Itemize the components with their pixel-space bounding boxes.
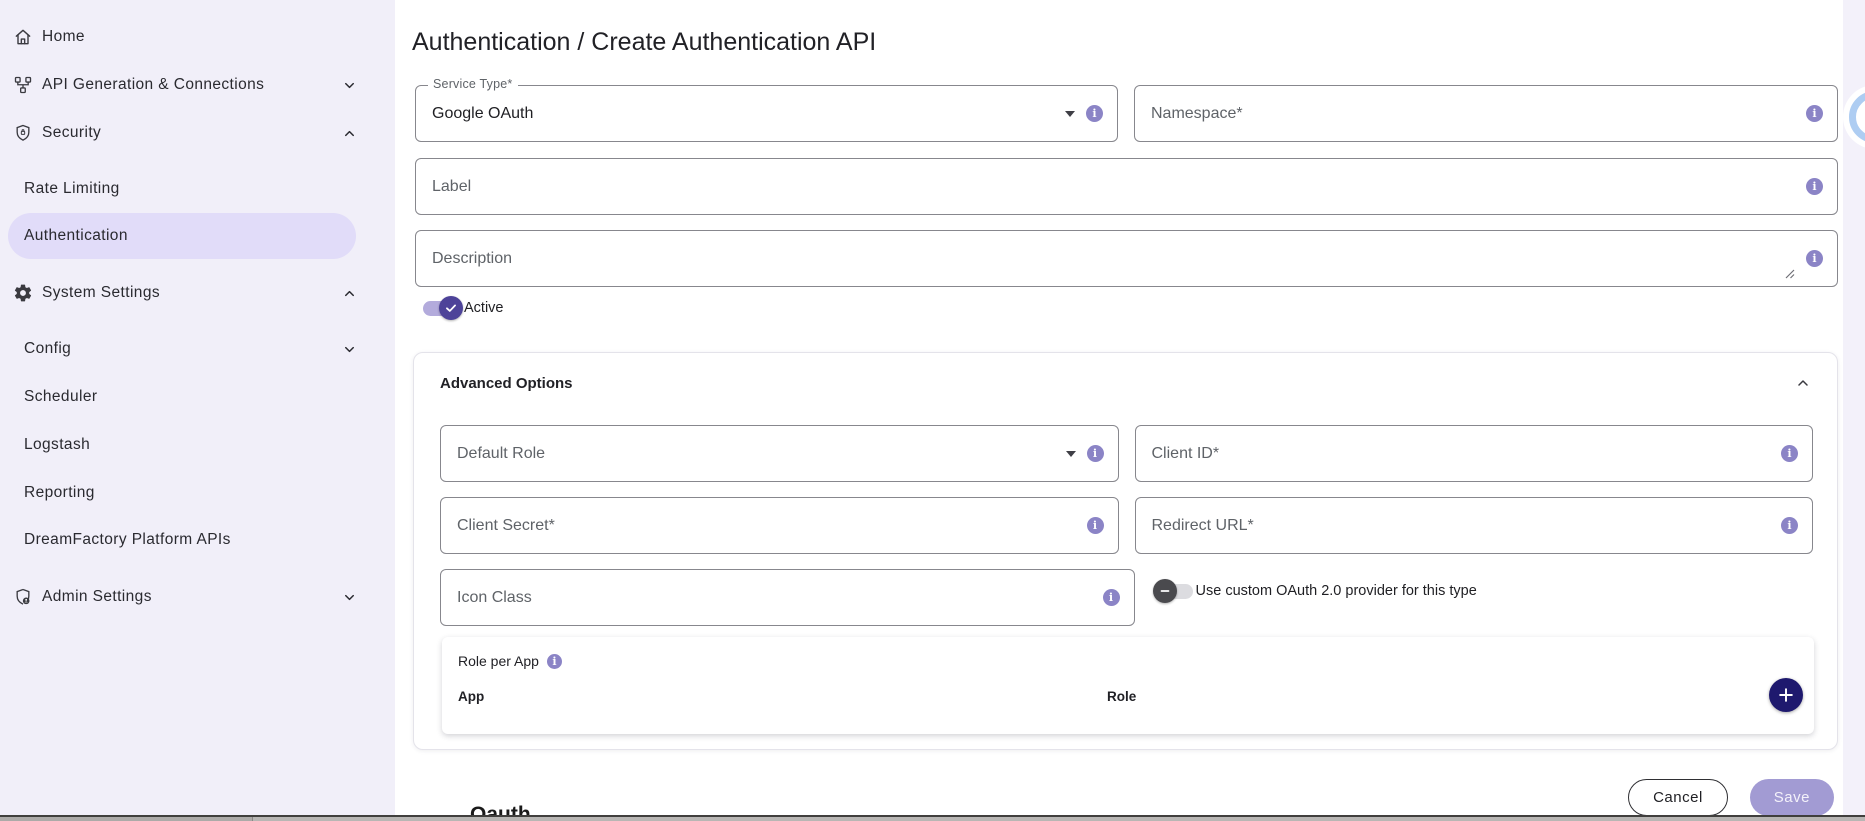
info-icon[interactable] — [1087, 517, 1104, 534]
service-type-label: Service Type* — [428, 77, 518, 91]
sidebar-item-authentication[interactable]: Authentication — [8, 213, 356, 259]
sidebar-item-config[interactable]: Config — [8, 326, 356, 372]
sidebar: Home API Generation & Connections Securi… — [0, 0, 395, 815]
advanced-options-panel: Advanced Options Default Role — [413, 352, 1838, 750]
shield-lock-icon — [12, 122, 34, 144]
sidebar-item-reporting[interactable]: Reporting — [8, 470, 356, 516]
sidebar-item-label: Security — [42, 124, 101, 142]
service-type-select[interactable]: Service Type* Google OAuth — [415, 85, 1118, 142]
sidebar-item-label: Authentication — [24, 227, 128, 245]
page-title: Authentication / Create Authentication A… — [412, 28, 876, 57]
namespace-field[interactable] — [1134, 85, 1838, 142]
scrollbar-thumb[interactable] — [0, 817, 253, 821]
info-icon[interactable] — [1806, 250, 1823, 267]
sidebar-item-label: Config — [24, 340, 71, 358]
footer-actions: Cancel Save — [1628, 779, 1834, 816]
description-input[interactable] — [432, 250, 1806, 268]
advanced-options-title: Advanced Options — [440, 375, 573, 392]
sidebar-item-label: Home — [42, 28, 85, 46]
sidebar-item-label: Admin Settings — [42, 588, 152, 606]
client-secret-field[interactable] — [440, 497, 1119, 554]
home-icon — [12, 26, 34, 48]
dropdown-caret-icon[interactable] — [1065, 111, 1075, 117]
custom-provider-label: Use custom OAuth 2.0 provider for this t… — [1196, 583, 1477, 599]
redirect-url-input[interactable] — [1152, 517, 1782, 535]
plus-icon — [1776, 685, 1796, 705]
redirect-url-field[interactable] — [1135, 497, 1814, 554]
form-row-1: Service Type* Google OAuth — [415, 85, 1838, 142]
icon-class-input[interactable] — [457, 589, 1103, 607]
active-toggle-row: Active — [423, 300, 504, 316]
cancel-button[interactable]: Cancel — [1628, 779, 1728, 816]
client-id-field[interactable] — [1135, 425, 1814, 482]
column-header-role: Role — [1107, 689, 1136, 704]
dropdown-caret-icon[interactable] — [1066, 451, 1076, 457]
gear-icon — [12, 282, 34, 304]
sidebar-item-admin-settings[interactable]: Admin Settings — [8, 574, 356, 620]
chevron-down-icon — [342, 590, 357, 605]
sidebar-item-scheduler[interactable]: Scheduler — [8, 374, 356, 420]
sidebar-item-home[interactable]: Home — [8, 14, 356, 60]
active-toggle[interactable] — [423, 301, 461, 316]
toggle-check-icon — [439, 296, 463, 320]
custom-provider-toggle[interactable] — [1155, 584, 1193, 599]
sidebar-item-system-settings[interactable]: System Settings — [8, 270, 356, 316]
info-icon[interactable] — [1806, 178, 1823, 195]
toggle-minus-icon — [1153, 579, 1177, 603]
info-icon[interactable] — [1781, 445, 1798, 462]
chevron-up-icon — [342, 126, 357, 141]
add-role-button[interactable] — [1769, 678, 1803, 712]
sidebar-item-rate-limiting[interactable]: Rate Limiting — [8, 166, 356, 212]
sidebar-item-security[interactable]: Security — [8, 110, 356, 156]
advanced-row-1: Default Role — [440, 425, 1813, 482]
default-role-select[interactable]: Default Role — [440, 425, 1119, 482]
client-id-input[interactable] — [1152, 445, 1782, 463]
advanced-row-2 — [440, 497, 1813, 554]
sidebar-item-label: API Generation & Connections — [42, 76, 264, 94]
app-window: Home API Generation & Connections Securi… — [0, 0, 1865, 821]
role-per-app-title: Role per App — [458, 653, 539, 669]
active-label: Active — [464, 300, 504, 316]
sidebar-item-label: Scheduler — [24, 388, 97, 406]
save-button[interactable]: Save — [1750, 779, 1834, 816]
description-field[interactable] — [415, 230, 1838, 287]
horizontal-scrollbar[interactable] — [0, 815, 1865, 821]
chevron-down-icon — [342, 78, 357, 93]
label-input[interactable] — [432, 178, 1806, 196]
label-field[interactable] — [415, 158, 1838, 215]
icon-class-field[interactable] — [440, 569, 1135, 626]
info-icon[interactable] — [1087, 445, 1104, 462]
info-icon[interactable] — [1103, 589, 1120, 606]
info-icon[interactable] — [547, 654, 562, 669]
sidebar-item-df-platform-apis[interactable]: DreamFactory Platform APIs — [8, 517, 356, 563]
advanced-row-3: Use custom OAuth 2.0 provider for this t… — [440, 569, 1813, 626]
custom-provider-toggle-cell: Use custom OAuth 2.0 provider for this t… — [1151, 569, 1814, 626]
chevron-down-icon — [342, 342, 357, 357]
sidebar-item-label: System Settings — [42, 284, 160, 302]
info-icon[interactable] — [1806, 105, 1823, 122]
sidebar-item-logstash[interactable]: Logstash — [8, 422, 356, 468]
api-nodes-icon — [12, 74, 34, 96]
sidebar-item-api-generation[interactable]: API Generation & Connections — [8, 62, 356, 108]
info-icon[interactable] — [1086, 105, 1103, 122]
service-type-value: Google OAuth — [432, 105, 1065, 123]
column-header-app: App — [458, 689, 484, 704]
namespace-input[interactable] — [1151, 105, 1806, 123]
role-per-app-card: Role per App App Role — [442, 637, 1814, 734]
sidebar-item-label: Rate Limiting — [24, 180, 120, 198]
info-icon[interactable] — [1781, 517, 1798, 534]
chevron-up-icon — [342, 286, 357, 301]
default-role-placeholder: Default Role — [457, 445, 1066, 463]
client-secret-input[interactable] — [457, 517, 1087, 535]
sidebar-item-label: DreamFactory Platform APIs — [24, 531, 231, 549]
sidebar-item-label: Logstash — [24, 436, 90, 454]
collapse-chevron-up-icon[interactable] — [1795, 375, 1811, 391]
shield-user-icon — [12, 586, 34, 608]
sidebar-item-label: Reporting — [24, 484, 95, 502]
resize-handle-icon[interactable] — [1783, 267, 1795, 279]
